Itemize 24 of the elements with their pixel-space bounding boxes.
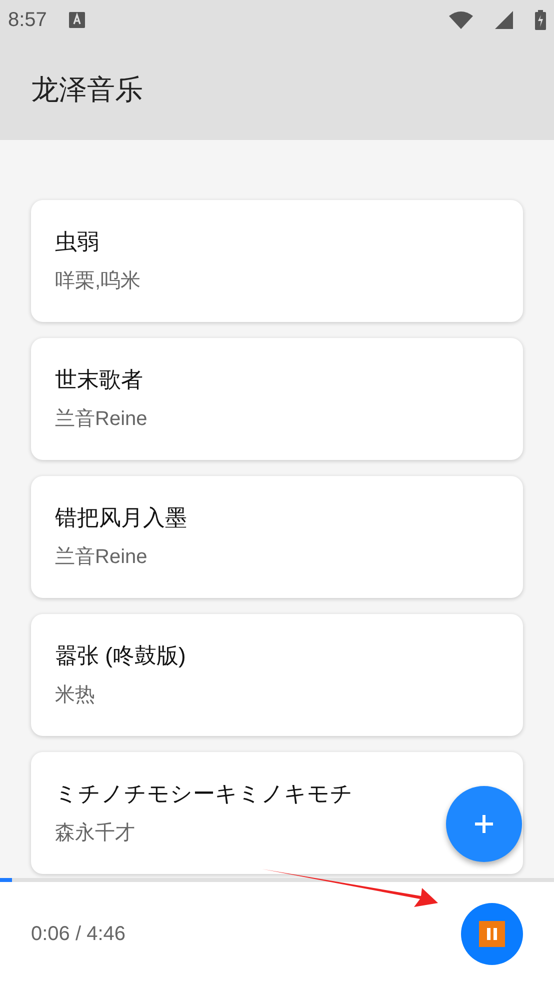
song-title: 虫弱 bbox=[55, 231, 99, 253]
song-card[interactable]: 嚣张 (咚鼓版) 米热 bbox=[31, 614, 523, 736]
playback-time: 0:06 / 4:46 bbox=[31, 922, 126, 947]
song-card[interactable]: 世末歌者 兰音Reine bbox=[31, 338, 523, 460]
song-card[interactable]: ミチノチモシーキミノキモチ 森永千才 bbox=[31, 752, 523, 874]
song-artist: 森永千才 bbox=[55, 823, 135, 843]
app-title: 龙泽音乐 bbox=[31, 73, 143, 107]
plus-icon bbox=[474, 814, 494, 834]
wifi-icon bbox=[449, 11, 473, 29]
song-artist: 兰音Reine bbox=[55, 409, 148, 429]
song-title: ミチノチモシーキミノキモチ bbox=[55, 783, 353, 805]
song-title: 错把风月入墨 bbox=[55, 507, 187, 529]
song-card[interactable]: 虫弱 咩栗,呜米 bbox=[31, 200, 523, 322]
signal-icon bbox=[495, 11, 513, 29]
song-artist: 咩栗,呜米 bbox=[55, 271, 141, 291]
song-title: 嚣张 (咚鼓版) bbox=[55, 645, 186, 667]
pause-icon bbox=[479, 921, 505, 947]
battery-charging-icon bbox=[535, 10, 546, 30]
song-title: 世末歌者 bbox=[55, 369, 143, 391]
status-time: 8:57 bbox=[8, 8, 47, 33]
song-card[interactable]: 错把风月入墨 兰音Reine bbox=[31, 476, 523, 598]
song-artist: 兰音Reine bbox=[55, 547, 148, 567]
keyboard-notification-icon bbox=[68, 12, 85, 28]
song-artist: 米热 bbox=[55, 685, 95, 705]
